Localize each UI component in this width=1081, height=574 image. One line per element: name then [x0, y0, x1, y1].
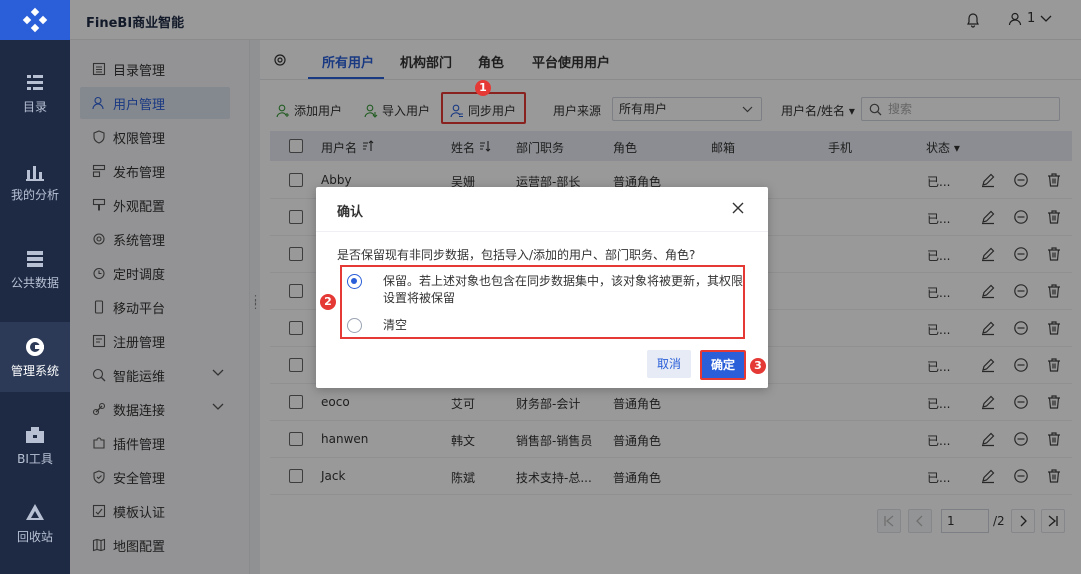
ok-button[interactable]: 确定	[700, 350, 746, 380]
step-badge-2: 2	[320, 294, 336, 310]
rail-label: 回收站	[16, 529, 53, 544]
step-badge-3: 3	[750, 358, 766, 374]
rail-label: 我的分析	[10, 187, 59, 202]
rail-item-catalog[interactable]: 目录	[0, 58, 70, 128]
nav-rail: 目录 我的分析 公共数据 管理系统 BI工具 回收站	[0, 0, 70, 574]
rail-label: 公共数据	[10, 275, 59, 290]
keep-option-text[interactable]: 保留。若上述对象也包含在同步数据集中，该对象将被更新，其权限 设置将被保留	[383, 273, 743, 307]
rail-label: 目录	[22, 99, 47, 114]
confirm-dialog: 确认 是否保留现有非同步数据，包括导入/添加的用户、部门职务、角色? 保留。若上…	[316, 187, 768, 388]
dialog-title: 确认	[337, 205, 364, 220]
rail-item-analysis[interactable]: 我的分析	[0, 146, 70, 216]
rail-item-recycle[interactable]: 回收站	[0, 488, 70, 558]
rail-label: BI工具	[17, 451, 53, 466]
management-icon	[26, 337, 44, 356]
catalog-icon	[27, 74, 43, 90]
toolbox-icon	[26, 426, 44, 443]
logo-icon	[22, 7, 48, 33]
keep-radio[interactable]	[347, 274, 362, 289]
rail-item-toolbox[interactable]: BI工具	[0, 410, 70, 480]
clear-option-text[interactable]: 清空	[383, 317, 407, 334]
rail-item-public-data[interactable]: 公共数据	[0, 234, 70, 304]
dialog-question: 是否保留现有非同步数据，包括导入/添加的用户、部门职务、角色?	[337, 248, 696, 262]
clear-radio[interactable]	[347, 318, 362, 333]
rail-item-management[interactable]: 管理系统	[0, 322, 70, 392]
public-data-icon	[27, 250, 43, 267]
step-badge-1: 1	[475, 80, 491, 96]
keep-option-line1: 保留。若上述对象也包含在同步数据集中，该对象将被更新，其权限	[383, 274, 744, 288]
analysis-icon	[26, 165, 44, 181]
rail-label: 管理系统	[10, 363, 59, 378]
cancel-button[interactable]: 取消	[647, 350, 691, 378]
logo[interactable]	[0, 0, 70, 40]
close-icon[interactable]	[731, 201, 745, 215]
recycle-icon	[26, 503, 44, 520]
keep-option-line2: 设置将被保留	[383, 291, 456, 305]
dialog-divider	[316, 231, 768, 232]
